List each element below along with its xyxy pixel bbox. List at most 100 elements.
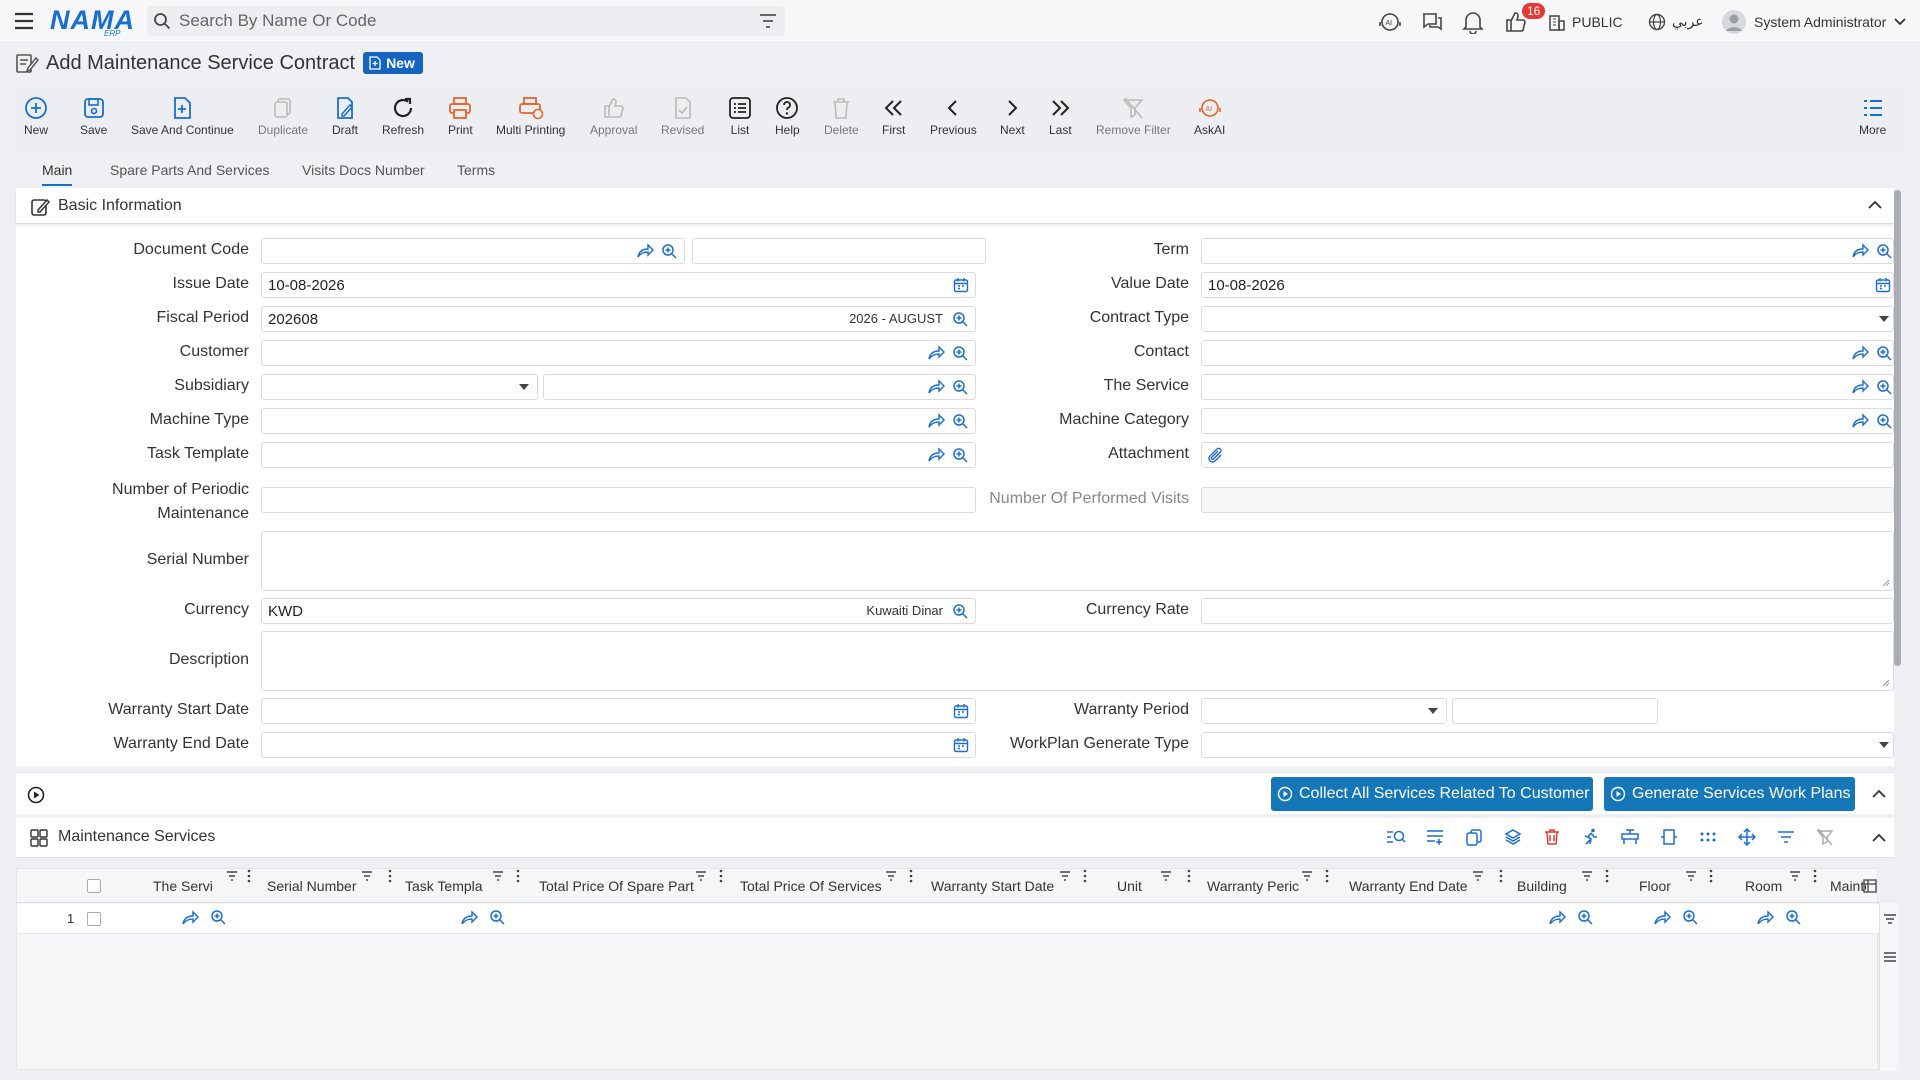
revised-button[interactable]: Revised xyxy=(661,96,704,137)
lookup-search-icon[interactable] xyxy=(489,909,506,926)
description-textarea[interactable] xyxy=(261,631,1894,691)
column-menu[interactable] xyxy=(1060,869,1090,883)
user-menu[interactable]: System Administrator xyxy=(1722,0,1906,43)
share-arrow-icon[interactable] xyxy=(1653,910,1671,926)
askai-button[interactable]: AI AskAI xyxy=(1194,96,1225,137)
add-row-icon[interactable] xyxy=(1421,823,1449,851)
currency-field[interactable]: KWD Kuwaiti Dinar xyxy=(261,598,976,624)
share-arrow-icon[interactable] xyxy=(636,243,654,259)
draft-button[interactable]: Draft xyxy=(332,96,358,137)
save-button[interactable]: Save xyxy=(80,96,107,137)
dots-grid-icon[interactable] xyxy=(1694,823,1722,851)
share-arrow-icon[interactable] xyxy=(1851,243,1869,259)
term-field[interactable] xyxy=(1201,238,1894,264)
duplicate-button[interactable]: Duplicate xyxy=(258,96,308,137)
global-search[interactable] xyxy=(147,6,785,36)
grid-filter-icon[interactable] xyxy=(1772,823,1800,851)
lookup-search-icon[interactable] xyxy=(1785,909,1802,926)
tab-terms[interactable]: Terms xyxy=(457,162,495,184)
new-button[interactable]: New xyxy=(24,96,48,137)
column-header-warranty-start[interactable]: Warranty Start Date xyxy=(916,869,1090,902)
paperclip-icon[interactable] xyxy=(1208,447,1224,464)
run-icon[interactable] xyxy=(1577,823,1605,851)
customer-field[interactable] xyxy=(261,340,976,366)
subsidiary-lookup-field[interactable] xyxy=(543,374,976,400)
column-header-services-price[interactable]: Total Price Of Services xyxy=(726,869,916,902)
share-arrow-icon[interactable] xyxy=(927,413,945,429)
currency-rate-field[interactable] xyxy=(1201,598,1894,624)
column-menu[interactable] xyxy=(1302,869,1332,883)
share-arrow-icon[interactable] xyxy=(1851,345,1869,361)
collect-services-button[interactable]: Collect All Services Related To Customer xyxy=(1271,777,1593,811)
lookup-search-icon[interactable] xyxy=(1876,243,1893,260)
issue-date-field[interactable]: 10-08-2026 xyxy=(261,272,976,298)
share-arrow-icon[interactable] xyxy=(927,447,945,463)
lookup-search-icon[interactable] xyxy=(1876,345,1893,362)
clear-filter-icon[interactable] xyxy=(1811,823,1839,851)
grid-search-icon[interactable] xyxy=(1382,823,1410,851)
lookup-search-icon[interactable] xyxy=(661,243,678,260)
lookup-search-icon[interactable] xyxy=(1876,379,1893,396)
multi-printing-button[interactable]: Multi Printing xyxy=(496,96,565,137)
select-all-checkbox[interactable] xyxy=(87,879,101,893)
column-menu[interactable] xyxy=(696,869,726,883)
chevron-up-icon[interactable] xyxy=(1872,833,1886,843)
refresh-button[interactable]: Refresh xyxy=(382,96,424,137)
share-arrow-icon[interactable] xyxy=(181,910,199,926)
lookup-search-icon[interactable] xyxy=(1682,909,1699,926)
copy-rows-icon[interactable] xyxy=(1460,823,1488,851)
vertical-scrollbar[interactable] xyxy=(1894,190,1901,666)
document-code-secondary-field[interactable] xyxy=(692,238,986,264)
fiscal-period-field[interactable]: 202608 2026 - AUGUST xyxy=(261,306,976,332)
column-header-floor[interactable]: Floor xyxy=(1612,869,1716,902)
column-menu[interactable] xyxy=(227,869,253,883)
play-circle-icon[interactable] xyxy=(27,786,45,804)
fit-columns-icon[interactable] xyxy=(1655,823,1683,851)
branch-selector[interactable]: PUBLIC xyxy=(1548,0,1623,43)
contract-type-dropdown[interactable] xyxy=(1201,306,1894,332)
app-logo[interactable]: NAMA ERP xyxy=(50,5,134,39)
list-button[interactable]: List xyxy=(728,96,752,137)
layers-icon[interactable] xyxy=(1499,823,1527,851)
more-button[interactable]: More xyxy=(1859,96,1886,137)
delete-row-icon[interactable] xyxy=(1538,823,1566,851)
filter-icon[interactable] xyxy=(759,13,777,29)
column-header-spare-parts-price[interactable]: Total Price Of Spare Part xyxy=(523,869,726,902)
column-header-warranty-period[interactable]: Warranty Peric xyxy=(1195,869,1332,902)
save-and-continue-button[interactable]: Save And Continue xyxy=(131,96,234,137)
resize-handle-icon[interactable] xyxy=(1882,679,1890,687)
attachment-field[interactable] xyxy=(1201,442,1894,468)
search-input[interactable] xyxy=(179,11,739,31)
warranty-period-number-field[interactable] xyxy=(1452,698,1658,724)
column-header-the-service[interactable]: The Servi xyxy=(137,869,253,902)
column-menu[interactable] xyxy=(493,869,523,883)
column-menu[interactable] xyxy=(886,869,916,883)
column-chooser-icon[interactable] xyxy=(1863,879,1877,893)
task-template-field[interactable] xyxy=(261,442,976,468)
chat-icon[interactable] xyxy=(1420,0,1444,43)
share-arrow-icon[interactable] xyxy=(1756,910,1774,926)
chevron-up-icon[interactable] xyxy=(1872,789,1886,799)
previous-button[interactable]: Previous xyxy=(930,96,977,137)
share-arrow-icon[interactable] xyxy=(927,345,945,361)
delete-button[interactable]: Delete xyxy=(824,96,859,137)
value-date-field[interactable]: 10-08-2026 xyxy=(1201,272,1894,298)
tab-visits-docs-number[interactable]: Visits Docs Number xyxy=(302,162,425,184)
group-icon[interactable] xyxy=(1616,823,1644,851)
print-button[interactable]: Print xyxy=(448,96,473,137)
section-header[interactable]: Basic Information xyxy=(16,188,1894,224)
warranty-end-field[interactable] xyxy=(261,732,976,758)
warranty-period-dropdown[interactable] xyxy=(1201,698,1447,724)
column-menu[interactable] xyxy=(362,869,396,883)
tab-spare-parts-and-services[interactable]: Spare Parts And Services xyxy=(110,162,270,184)
periodic-maintenance-field[interactable] xyxy=(261,487,976,513)
column-header-building[interactable]: Building xyxy=(1507,869,1612,902)
lookup-search-icon[interactable] xyxy=(1577,909,1594,926)
column-header-unit[interactable]: Unit xyxy=(1090,869,1195,902)
share-arrow-icon[interactable] xyxy=(460,910,478,926)
approval-button[interactable]: Approval xyxy=(590,96,637,137)
column-menu[interactable] xyxy=(1473,869,1507,883)
menu-icon[interactable] xyxy=(14,12,34,30)
resize-handle-icon[interactable] xyxy=(1882,579,1890,587)
lookup-search-icon[interactable] xyxy=(1876,413,1893,430)
